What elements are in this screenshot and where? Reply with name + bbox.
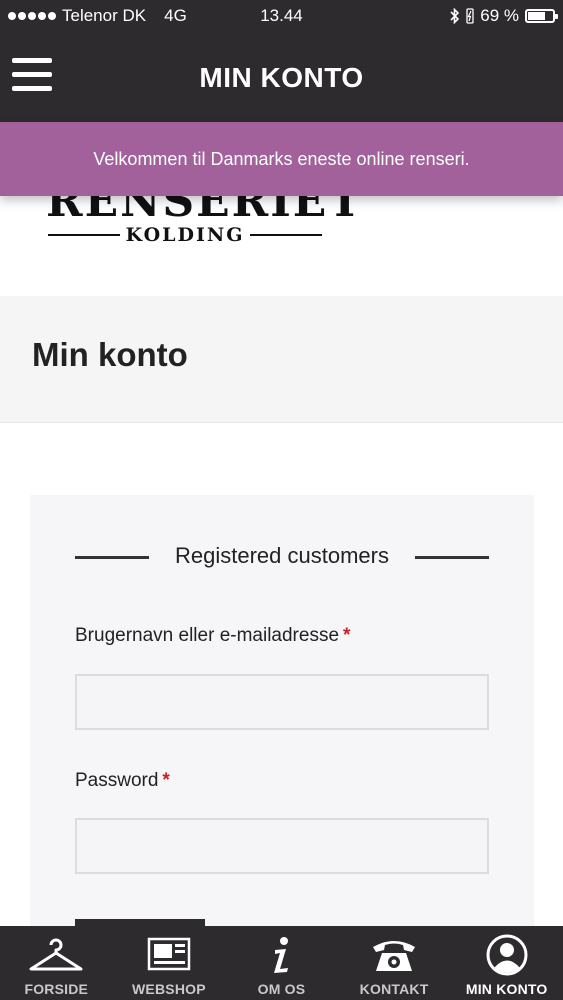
tab-kontakt[interactable]: KONTAKT — [338, 926, 451, 1000]
username-input[interactable] — [75, 674, 489, 730]
hanger-icon — [0, 934, 113, 976]
required-marker: * — [343, 625, 351, 646]
logo-wordmark: RENSERIET — [46, 196, 364, 227]
tab-label: KONTAKT — [359, 981, 429, 997]
password-label-text: Password — [75, 770, 159, 791]
username-label-text: Brugernavn eller e-mailadresse — [75, 625, 340, 646]
shop-icon — [113, 934, 226, 976]
tab-forside[interactable]: FORSIDE — [0, 926, 113, 1000]
status-bar: Telenor DK 4G 13.44 69 % — [0, 0, 563, 32]
logo-sub-wrap: KOLDING — [48, 224, 322, 248]
battery-percent: 69 % — [480, 6, 519, 25]
username-label: Brugernavn eller e-mailadresse * — [75, 625, 350, 647]
info-icon — [225, 934, 338, 976]
phone-icon — [338, 934, 451, 976]
tab-label: FORSIDE — [24, 981, 89, 997]
app-header: MIN KONTO — [0, 32, 563, 122]
password-label: Password * — [75, 770, 170, 792]
tab-label: MIN KONTO — [465, 981, 548, 997]
logo-rule-right — [250, 234, 322, 236]
password-input[interactable] — [75, 818, 489, 874]
account-icon — [450, 934, 563, 976]
bluetooth-icon — [450, 7, 460, 25]
tab-om-os[interactable]: OM OS — [225, 926, 338, 1000]
banner-text: Velkommen til Danmarks eneste online ren… — [93, 148, 470, 169]
header-title: MIN KONTO — [199, 62, 364, 93]
bottom-tab-bar: FORSIDE WEBSHOP OM OS KONTAKT MIN KONTO — [0, 926, 563, 1000]
required-marker: * — [162, 770, 170, 791]
tab-label: WEBSHOP — [132, 981, 206, 997]
login-panel: Registered customers Brugernavn eller e-… — [30, 495, 534, 935]
status-right: 69 % — [450, 6, 558, 26]
section-heading: Registered customers — [75, 543, 489, 569]
page-title: Min konto — [32, 336, 188, 373]
battery-icon — [525, 9, 558, 23]
page-title-band: Min konto — [0, 296, 563, 423]
welcome-banner: Velkommen til Danmarks eneste online ren… — [0, 122, 563, 196]
tab-min-konto[interactable]: MIN KONTO — [450, 926, 563, 1000]
heading-rule-right — [415, 556, 489, 559]
charging-icon — [466, 8, 474, 24]
logo[interactable]: RENSERIET KOLDING — [0, 196, 563, 296]
tab-webshop[interactable]: WEBSHOP — [113, 926, 226, 1000]
tab-label: OM OS — [257, 981, 306, 997]
